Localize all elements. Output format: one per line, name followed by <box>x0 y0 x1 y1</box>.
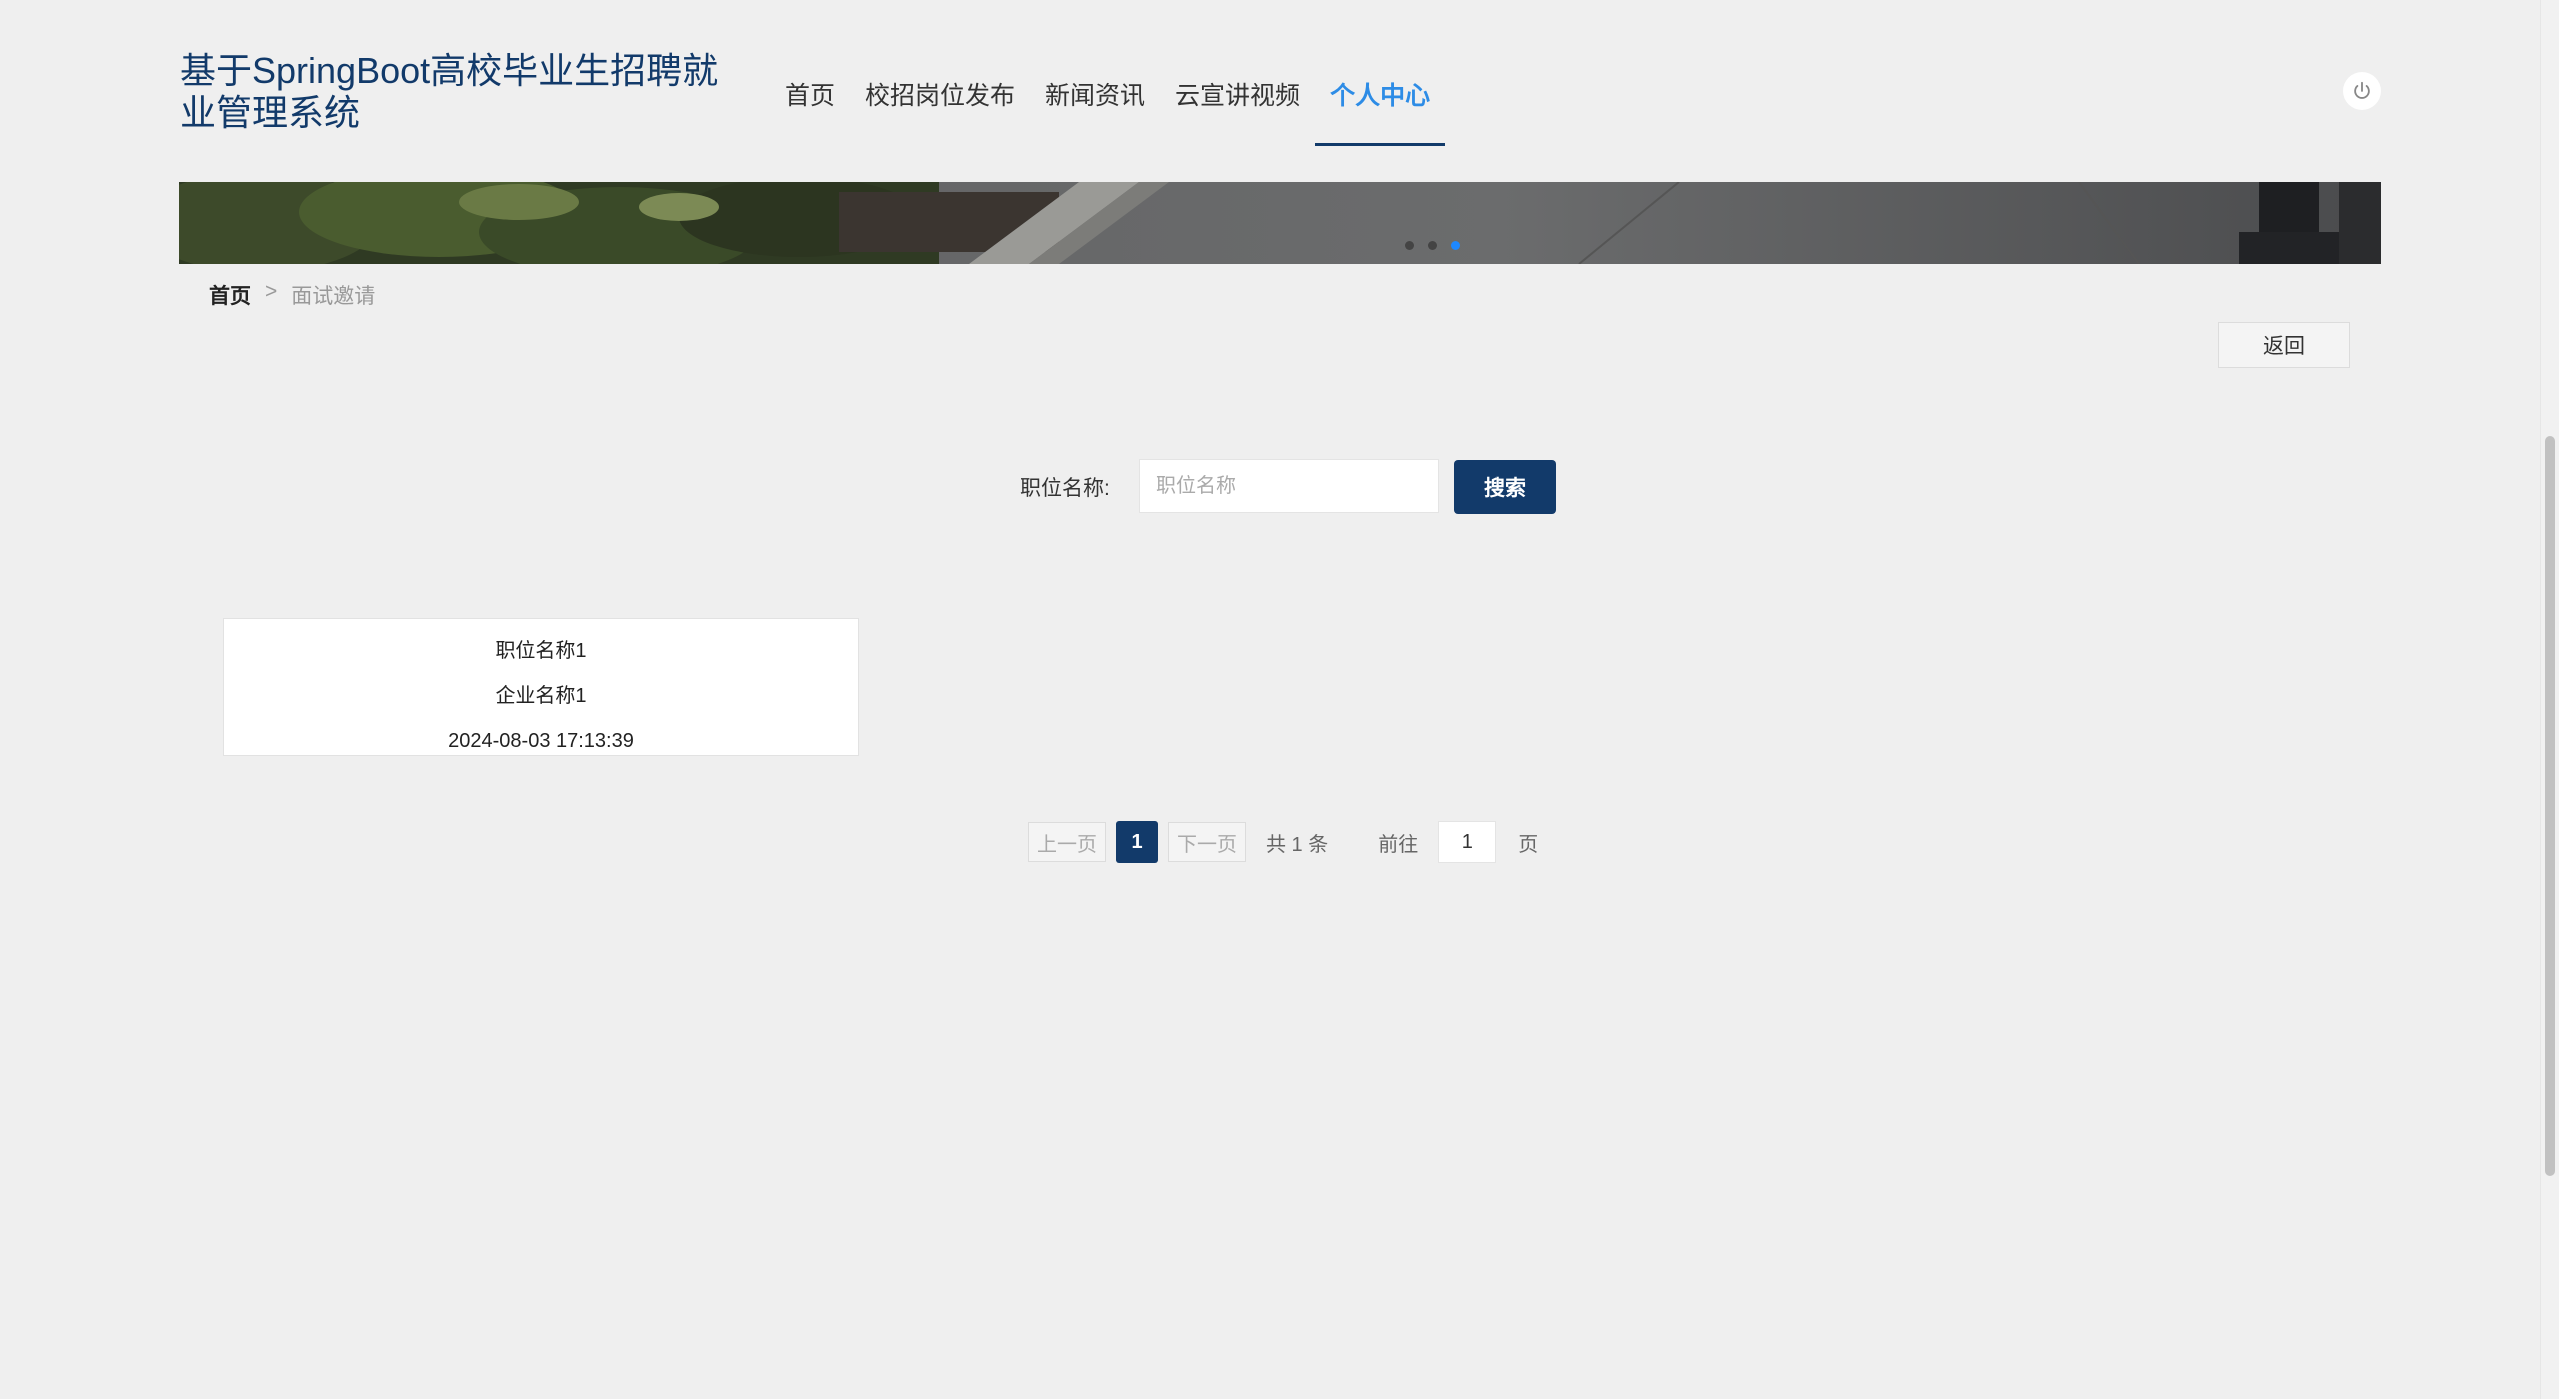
nav-item-news[interactable]: 新闻资讯 <box>1030 60 1160 146</box>
position-name-search-input[interactable] <box>1139 459 1439 513</box>
card-company-name: 企业名称1 <box>495 685 587 707</box>
carousel-indicators <box>1405 241 1460 250</box>
power-icon <box>2354 81 2370 99</box>
breadcrumb-current: 面试邀请 <box>291 285 376 308</box>
interview-invite-card[interactable]: 职位名称1 企业名称1 2024-08-03 17:13:39 <box>223 618 859 756</box>
card-position-name: 职位名称1 <box>495 640 587 662</box>
card-time: 2024-08-03 17:13:39 <box>448 730 634 752</box>
nav-item-cloud-videos[interactable]: 云宣讲视频 <box>1160 60 1315 146</box>
search-label: 职位名称: <box>1020 477 1110 500</box>
prev-page-button[interactable]: 上一页 <box>1028 822 1106 862</box>
logout-button[interactable] <box>2343 72 2381 110</box>
banner-image <box>179 182 2381 264</box>
carousel-dot-2[interactable] <box>1428 241 1437 250</box>
nav-item-campus-jobs[interactable]: 校招岗位发布 <box>850 60 1030 146</box>
site-title: 基于SpringBoot高校毕业生招聘就业管理系统 <box>180 50 719 133</box>
goto-label: 前往 <box>1378 833 1419 856</box>
goto-page-input[interactable] <box>1438 821 1497 863</box>
breadcrumb: 首页 > 面试邀请 <box>209 280 375 310</box>
nav-item-home[interactable]: 首页 <box>770 60 850 146</box>
search-button[interactable]: 搜索 <box>1454 460 1556 514</box>
carousel-dot-1[interactable] <box>1405 241 1414 250</box>
carousel-dot-3[interactable] <box>1451 241 1460 250</box>
next-page-button[interactable]: 下一页 <box>1168 822 1246 862</box>
breadcrumb-home[interactable]: 首页 <box>209 280 251 310</box>
scrollbar-thumb[interactable] <box>2545 436 2555 1176</box>
breadcrumb-separator: > <box>265 280 278 303</box>
main-nav: 首页 校招岗位发布 新闻资讯 云宣讲视频 个人中心 <box>770 60 1446 146</box>
page-number-1[interactable]: 1 <box>1116 821 1158 863</box>
pagination: 上一页 1 下一页 共 1 条 前往 页 <box>1028 821 1538 863</box>
scrollbar[interactable] <box>2540 0 2559 1399</box>
nav-item-personal-center[interactable]: 个人中心 <box>1315 60 1446 146</box>
page: 基于SpringBoot高校毕业生招聘就业管理系统 首页 校招岗位发布 新闻资讯… <box>0 0 2559 1399</box>
back-button[interactable]: 返回 <box>2218 322 2350 368</box>
banner-carousel[interactable] <box>179 182 2381 264</box>
header: 基于SpringBoot高校毕业生招聘就业管理系统 首页 校招岗位发布 新闻资讯… <box>0 0 2540 182</box>
page-unit-label: 页 <box>1518 833 1539 856</box>
total-count: 共 1 条 <box>1266 833 1329 856</box>
